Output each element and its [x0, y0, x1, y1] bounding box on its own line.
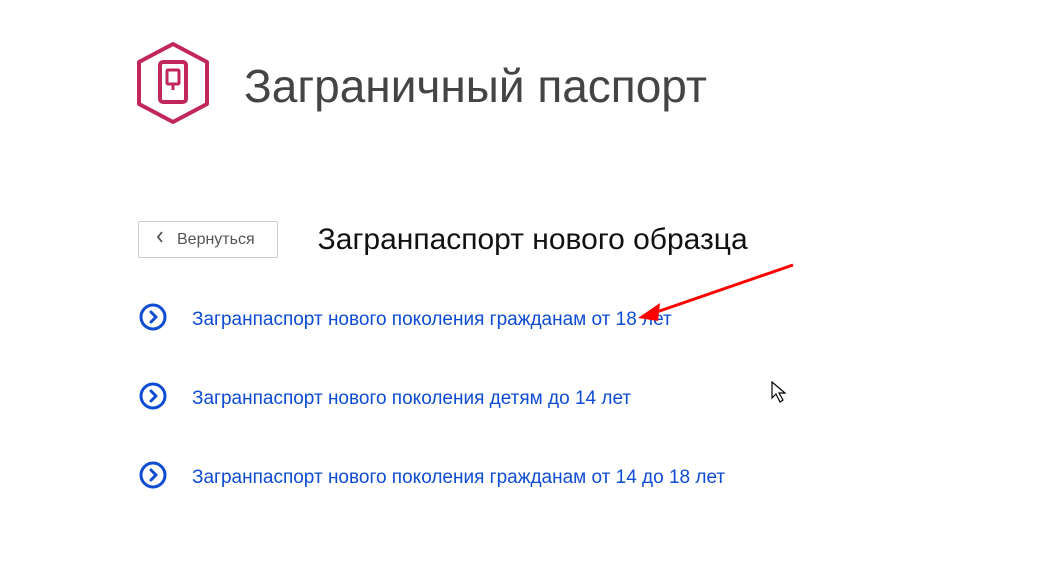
option-14-to-18[interactable]: Загранпаспорт нового поколения гражданам… — [138, 460, 1057, 495]
options-list: Загранпаспорт нового поколения гражданам… — [0, 258, 1057, 495]
circle-chevron-right-icon — [138, 381, 168, 416]
option-label: Загранпаспорт нового поколения гражданам… — [192, 309, 672, 331]
circle-chevron-right-icon — [138, 460, 168, 495]
back-button-label: Вернуться — [177, 231, 255, 249]
circle-chevron-right-icon — [138, 302, 168, 337]
option-label: Загранпаспорт нового поколения детям до … — [192, 388, 631, 410]
option-under-14[interactable]: Загранпаспорт нового поколения детям до … — [138, 381, 1057, 416]
sub-row: Вернуться Загранпаспорт нового образца — [0, 131, 1057, 258]
back-button[interactable]: Вернуться — [138, 221, 278, 258]
chevron-left-icon — [155, 230, 165, 249]
page-title: Заграничный паспорт — [244, 59, 707, 113]
passport-icon — [130, 40, 216, 131]
option-over-18[interactable]: Загранпаспорт нового поколения гражданам… — [138, 302, 1057, 337]
page-header: Заграничный паспорт — [0, 0, 1057, 131]
option-label: Загранпаспорт нового поколения гражданам… — [192, 467, 725, 489]
sub-title: Загранпаспорт нового образца — [318, 223, 748, 257]
